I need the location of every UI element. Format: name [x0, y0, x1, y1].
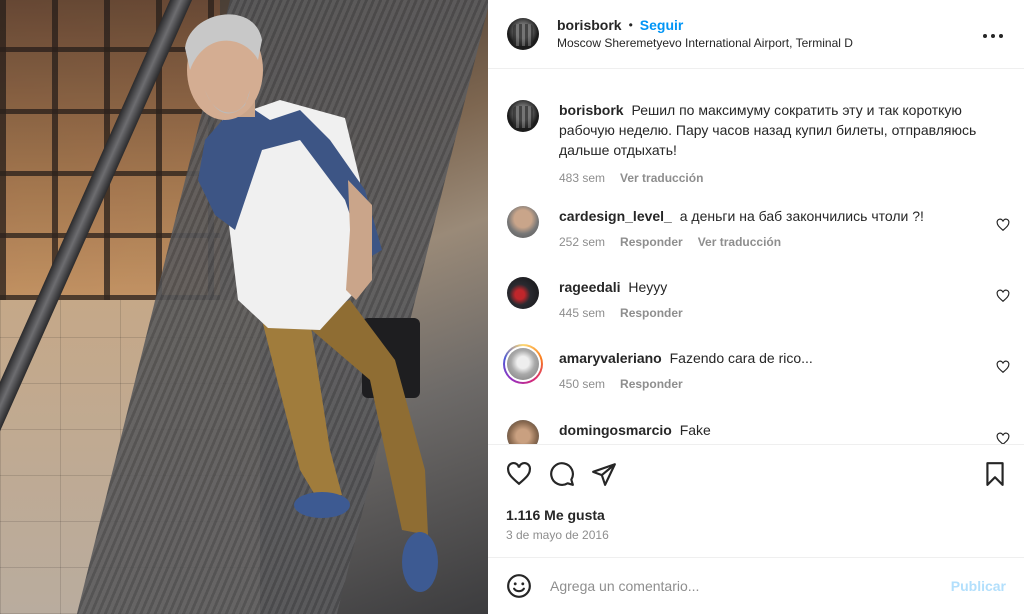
comment-text: Fazendo cara de rico...: [669, 350, 813, 366]
post-location[interactable]: Moscow Sheremetyevo International Airpor…: [557, 34, 853, 52]
comment-username[interactable]: domingosmarcio: [559, 422, 672, 438]
like-comment-heart-icon[interactable]: [996, 360, 1010, 374]
commenter-avatar-story-ring[interactable]: [503, 344, 543, 384]
comment-time[interactable]: 445 sem: [559, 306, 605, 320]
comments-list[interactable]: borisbork Решил по максимуму сократить э…: [488, 70, 1024, 444]
send-icon[interactable]: [591, 461, 617, 487]
post-date[interactable]: 3 de mayo de 2016: [506, 528, 609, 542]
comment-item: domingosmarcio Fake: [507, 420, 1010, 444]
comment-time[interactable]: 252 sem: [559, 235, 605, 249]
comment-item: cardesign_level_ а деньги на баб закончи…: [507, 206, 1010, 249]
reply-link[interactable]: Responder: [620, 377, 683, 391]
comment-text: Heyyy: [628, 279, 668, 295]
comment-username[interactable]: cardesign_level_: [559, 208, 672, 224]
post-photo[interactable]: [0, 0, 488, 614]
reply-link[interactable]: Responder: [620, 235, 683, 249]
comment-text: Fake: [679, 422, 711, 438]
like-comment-heart-icon[interactable]: [996, 432, 1010, 444]
publish-button[interactable]: Publicar: [951, 578, 1006, 594]
translate-link[interactable]: Ver traducción: [698, 235, 781, 249]
heart-icon[interactable]: [506, 461, 532, 487]
post-details-panel: borisbork • Seguir Moscow Sheremetyevo I…: [488, 0, 1024, 614]
commenter-avatar[interactable]: [507, 206, 539, 238]
more-options-icon[interactable]: [982, 23, 1004, 43]
caption-username[interactable]: borisbork: [559, 102, 624, 118]
author-username[interactable]: borisbork: [557, 16, 622, 34]
comment-username[interactable]: rageedali: [559, 279, 620, 295]
comment-text: а деньги на баб закончились чтоли ?!: [679, 208, 924, 224]
caption-avatar[interactable]: [507, 100, 539, 132]
comment-item: rageedali Heyyy 445 sem Responder: [507, 277, 1010, 320]
add-comment-bar: Publicar: [488, 557, 1024, 614]
likes-count[interactable]: 1.116 Me gusta: [506, 507, 605, 523]
follow-button[interactable]: Seguir: [640, 16, 684, 34]
emoji-icon[interactable]: [506, 573, 532, 599]
bookmark-icon[interactable]: [982, 461, 1008, 487]
comment-input[interactable]: [550, 578, 930, 594]
author-avatar[interactable]: [507, 18, 539, 50]
commenter-avatar[interactable]: [507, 420, 539, 444]
comment-icon[interactable]: [549, 461, 575, 487]
caption-translate-link[interactable]: Ver traducción: [620, 171, 703, 185]
reply-link[interactable]: Responder: [620, 306, 683, 320]
post-actions-bar: 1.116 Me gusta 3 de mayo de 2016: [488, 444, 1024, 556]
comment-item: amaryvaleriano Fazendo cara de rico... 4…: [503, 344, 1010, 391]
comment-time[interactable]: 450 sem: [559, 377, 605, 391]
comment-username[interactable]: amaryvaleriano: [559, 350, 662, 366]
header-separator: •: [628, 18, 633, 32]
caption-item: borisbork Решил по максимуму сократить э…: [507, 100, 1007, 185]
like-comment-heart-icon[interactable]: [996, 289, 1010, 303]
post-header: borisbork • Seguir Moscow Sheremetyevo I…: [488, 0, 1024, 69]
like-comment-heart-icon[interactable]: [996, 218, 1010, 232]
caption-time[interactable]: 483 sem: [559, 171, 605, 185]
photo-man-figure: [185, 14, 438, 592]
commenter-avatar[interactable]: [507, 277, 539, 309]
